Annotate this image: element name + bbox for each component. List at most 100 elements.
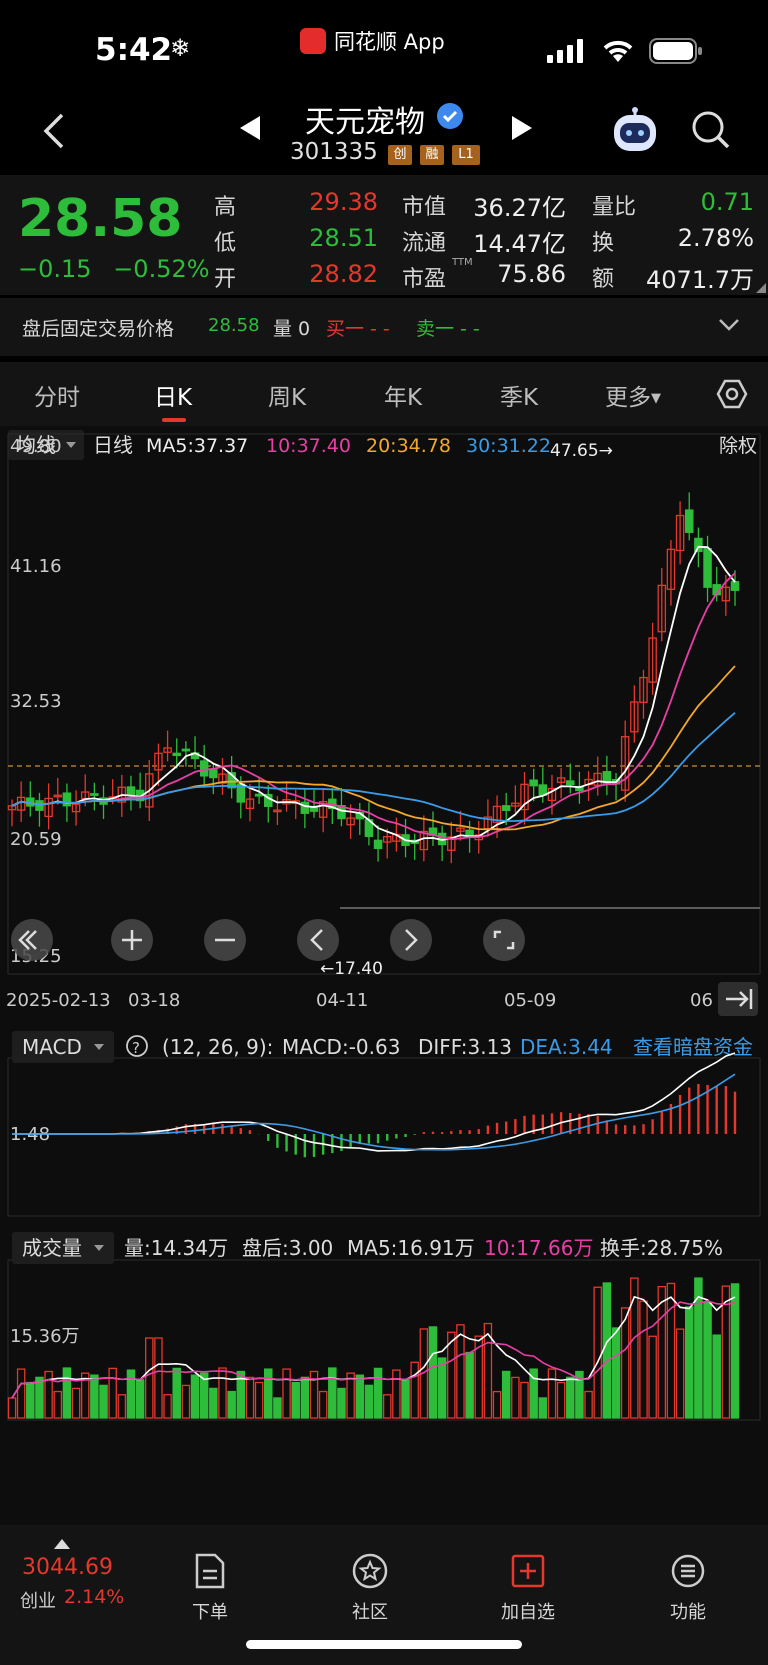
verified-icon — [437, 103, 463, 129]
volume-bar — [373, 1367, 383, 1419]
bottom-bar: 3044.69 创业 2.14% 下单 社区 加自选 功能 — [0, 1525, 768, 1665]
volume-bar — [163, 1394, 172, 1419]
after-hours-price: 28.58 — [208, 315, 260, 336]
volume-bar — [684, 1306, 694, 1419]
zoom-out-all-button[interactable] — [11, 919, 53, 961]
scroll-left-button[interactable] — [297, 919, 339, 961]
after-hours-row[interactable]: 盘后固定交易价格 28.58 量 0 买一 - - 卖一 - - — [0, 298, 768, 356]
volume-bar — [300, 1376, 310, 1419]
volume-bar — [227, 1390, 236, 1419]
macd-dea: DEA:3.44 — [520, 1035, 613, 1059]
adjust-label[interactable]: 除权 — [719, 435, 757, 457]
tab-weekly-k[interactable]: 周K — [268, 378, 306, 412]
volume-bar — [382, 1394, 392, 1419]
volume-bar — [53, 1390, 63, 1419]
volume-bar — [520, 1381, 529, 1419]
volume-ma10: 10:17.66万 — [484, 1236, 593, 1260]
volume-bar — [584, 1390, 593, 1419]
next-stock-icon[interactable] — [510, 115, 534, 141]
scroll-to-latest-button[interactable] — [718, 982, 758, 1016]
open-value: 28.82 — [309, 260, 378, 288]
settings-hex-icon[interactable] — [716, 378, 748, 410]
tab-yearly-k[interactable]: 年K — [384, 378, 422, 412]
candle-body — [254, 793, 264, 797]
signal-icon — [547, 39, 583, 63]
volume-bar — [657, 1286, 667, 1419]
volume-bar — [355, 1374, 365, 1419]
candle-body — [126, 786, 136, 796]
search-icon[interactable] — [690, 109, 732, 151]
volume-bar — [35, 1376, 44, 1419]
current-price: 28.58 — [18, 189, 183, 249]
volume-selector[interactable]: 成交量 — [22, 1236, 82, 1260]
y-axis-2: 41.16 — [10, 556, 62, 577]
y-axis-3: 32.53 — [10, 691, 62, 712]
volume-bar — [611, 1327, 621, 1419]
tab-intraday[interactable]: 分时 — [34, 378, 80, 412]
tab-quarterly-k[interactable]: 季K — [500, 378, 538, 412]
volume-bar — [44, 1370, 53, 1419]
volratio-value: 0.71 — [700, 188, 754, 216]
help-icon[interactable]: ? — [126, 1035, 148, 1057]
stock-name: 天元宠物 — [305, 105, 425, 140]
chevron-down-icon[interactable] — [718, 318, 740, 332]
after-hours-volume: 量 0 — [273, 318, 311, 340]
index-widget[interactable]: 3044.69 创业 2.14% — [20, 1539, 150, 1619]
scroll-right-button[interactable] — [390, 919, 432, 961]
volume-bar — [16, 1368, 26, 1419]
community-label: 社区 — [352, 1602, 388, 1623]
status-app-name: 同花顺 App — [334, 30, 445, 54]
fullscreen-button[interactable] — [483, 919, 525, 961]
status-time: 5:42 — [95, 32, 173, 68]
macd-selector[interactable]: MACD — [22, 1035, 82, 1059]
ma-lines — [11, 545, 736, 843]
index-value: 3044.69 — [22, 1555, 113, 1580]
robot-assistant-icon[interactable] — [610, 107, 660, 155]
candle-body — [703, 548, 712, 588]
index-pct: 2.14% — [64, 1586, 125, 1608]
document-icon — [195, 1553, 225, 1589]
kline-period: 日线 — [93, 433, 133, 457]
volume-bar — [90, 1374, 99, 1419]
back-icon[interactable] — [36, 111, 76, 151]
volume-y-label: 15.36万 — [10, 1326, 80, 1347]
macd-frame — [7, 1057, 761, 1217]
community-button[interactable]: 社区 — [320, 1553, 420, 1624]
volume-bar — [62, 1367, 72, 1419]
volume-bar — [456, 1324, 465, 1419]
float-value: 14.47亿 — [473, 230, 566, 258]
macd-params: (12, 26, 9): — [162, 1035, 273, 1059]
volume-bar — [126, 1369, 136, 1419]
volume-bar — [291, 1381, 300, 1419]
expand-corner-icon[interactable] — [756, 283, 766, 293]
volume-turnover: 换手:28.75% — [600, 1236, 723, 1260]
kline-chart-svg[interactable]: 均线 日线 MA5:37.37 10:37.40 20:34.78 30:31.… — [0, 426, 768, 1526]
add-watchlist-button[interactable]: 加自选 — [478, 1553, 578, 1624]
candlesticks — [7, 492, 740, 864]
kline-frame — [7, 433, 761, 975]
order-button[interactable]: 下单 — [160, 1553, 260, 1624]
volume-bar — [437, 1357, 447, 1419]
volume-bar — [721, 1285, 731, 1419]
volume-bar — [254, 1381, 264, 1419]
zoom-out-button[interactable] — [204, 919, 246, 961]
ma10-legend: 10:37.40 — [266, 435, 351, 457]
function-button[interactable]: 功能 — [638, 1553, 738, 1624]
candle-body — [373, 839, 383, 850]
amount-value: 4071.7万 — [646, 266, 754, 294]
amount-label: 额 — [592, 267, 615, 292]
zoom-in-button[interactable] — [111, 919, 153, 961]
volume-bar — [538, 1397, 548, 1419]
badge-rong: 融 — [420, 145, 444, 165]
stock-code: 301335 — [290, 139, 378, 165]
badge-l1: L1 — [452, 145, 480, 165]
dark-pool-link[interactable]: 查看暗盘资金 — [633, 1035, 753, 1059]
prev-stock-icon[interactable] — [238, 115, 262, 141]
tab-daily-k[interactable]: 日K — [154, 378, 192, 412]
x-axis-bg — [0, 976, 768, 1022]
mktcap-value: 36.27亿 — [473, 194, 566, 222]
svg-text:?: ? — [132, 1039, 140, 1057]
volume-bar — [245, 1376, 255, 1419]
pe-ttm: TTM — [452, 257, 473, 268]
tab-more[interactable]: 更多▼ — [605, 378, 661, 412]
